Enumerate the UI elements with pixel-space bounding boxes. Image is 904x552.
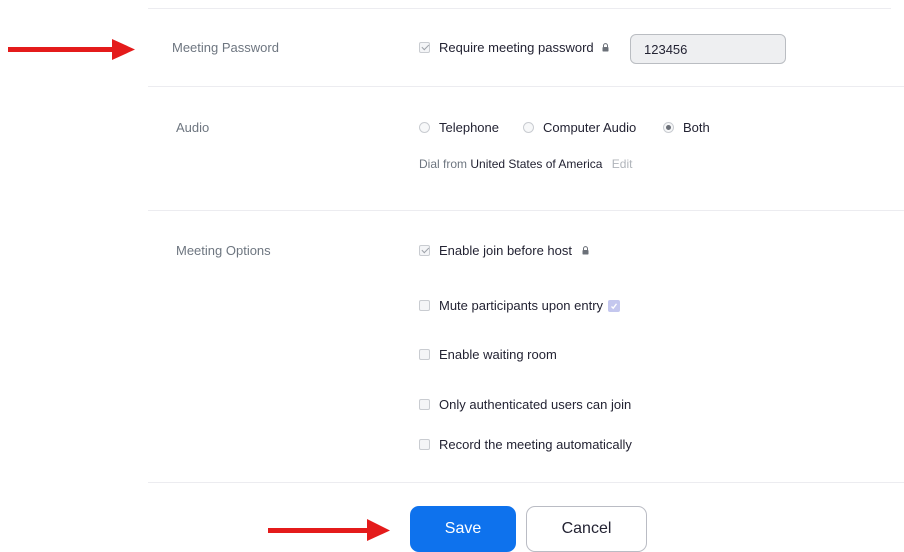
waiting-room-label: Enable waiting room	[439, 347, 557, 362]
authenticated-users-label: Only authenticated users can join	[439, 397, 632, 412]
option-mute-participants[interactable]: Mute participants upon entry	[419, 298, 621, 313]
computer-audio-radio[interactable]	[523, 122, 534, 133]
info-icon[interactable]	[608, 299, 621, 312]
join-before-host-checkbox[interactable]	[419, 245, 430, 256]
audio-option-computer-audio[interactable]: Computer Audio	[523, 120, 636, 135]
waiting-room-checkbox[interactable]	[419, 349, 430, 360]
dial-from-text: Dial from United States of America Edit	[419, 157, 632, 171]
option-authenticated-users[interactable]: Only authenticated users can join	[419, 397, 631, 412]
audio-option-both[interactable]: Both	[663, 120, 710, 135]
audio-option-telephone[interactable]: Telephone	[419, 120, 499, 135]
option-record-automatically[interactable]: Record the meeting automatically	[419, 437, 632, 452]
audio-label: Audio	[176, 120, 210, 135]
save-button[interactable]: Save	[410, 506, 516, 552]
record-automatically-label: Record the meeting automatically	[439, 437, 632, 452]
meeting-options-label: Meeting Options	[176, 243, 271, 258]
options-actions-divider	[148, 482, 904, 483]
lock-icon	[602, 43, 609, 52]
both-radio[interactable]	[663, 122, 674, 133]
option-waiting-room[interactable]: Enable waiting room	[419, 347, 557, 362]
require-password-label: Require meeting password	[439, 40, 594, 55]
meeting-password-label: Meeting Password	[172, 40, 279, 55]
telephone-radio[interactable]	[419, 122, 430, 133]
mute-participants-label: Mute participants upon entry	[439, 298, 604, 313]
top-divider	[148, 8, 891, 9]
record-automatically-checkbox[interactable]	[419, 439, 430, 450]
authenticated-users-checkbox[interactable]	[419, 399, 430, 410]
computer-audio-label: Computer Audio	[543, 120, 637, 135]
audio-options-divider	[148, 210, 904, 211]
require-password-option[interactable]: Require meeting password	[419, 40, 609, 55]
cancel-button[interactable]: Cancel	[526, 506, 647, 552]
join-before-host-label: Enable join before host	[439, 243, 572, 258]
mute-participants-checkbox[interactable]	[419, 300, 430, 311]
password-audio-divider	[148, 86, 904, 87]
require-password-checkbox[interactable]	[419, 42, 430, 53]
dial-from-prefix: Dial from	[419, 157, 468, 171]
dial-edit-link[interactable]: Edit	[612, 157, 633, 171]
meeting-password-input[interactable]	[630, 34, 786, 64]
red-arrow-annotation-icon	[268, 519, 390, 541]
dial-country: United States of America	[470, 157, 603, 171]
red-arrow-annotation-icon	[8, 39, 135, 60]
lock-icon	[582, 246, 589, 255]
option-join-before-host[interactable]: Enable join before host	[419, 243, 589, 258]
both-label: Both	[683, 120, 710, 135]
telephone-label: Telephone	[439, 120, 499, 135]
